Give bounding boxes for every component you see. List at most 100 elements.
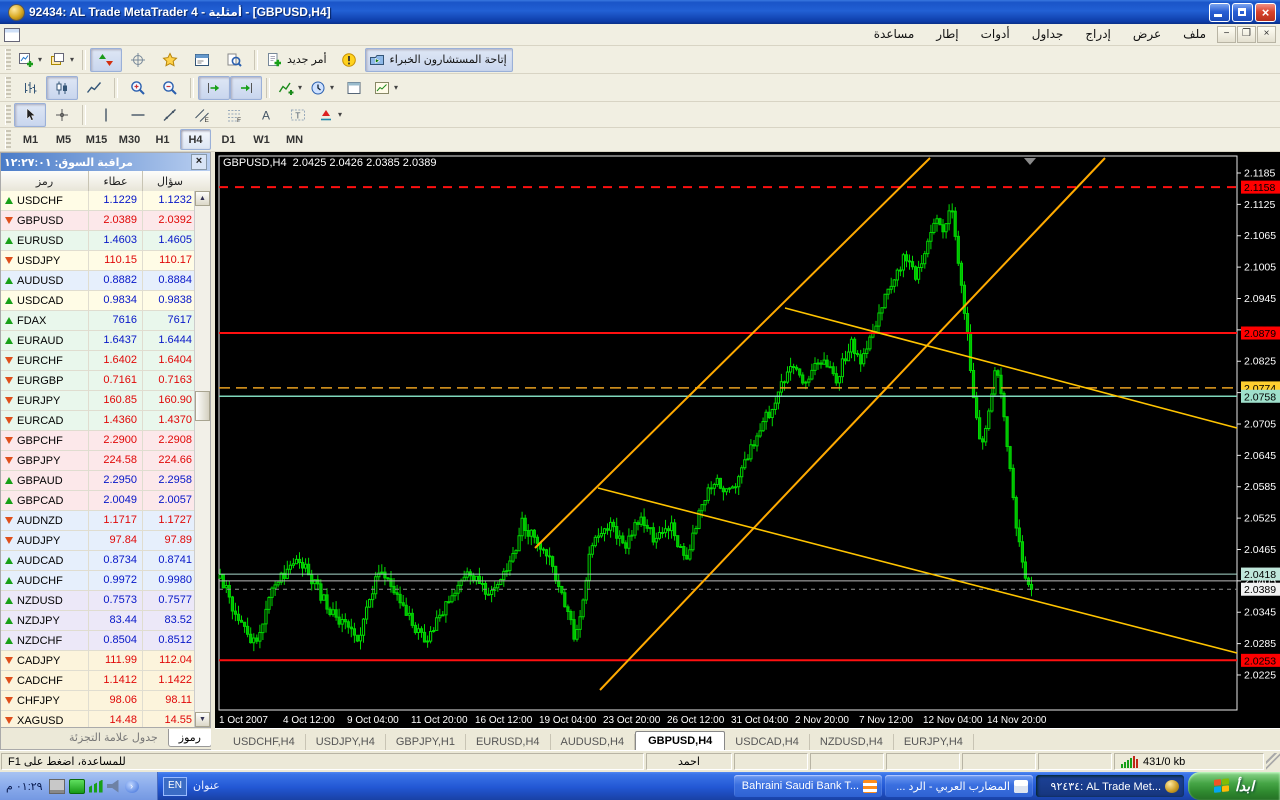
toolbar-grip[interactable] [5, 104, 11, 125]
trendline-button[interactable] [154, 103, 186, 127]
market-watch-row-GBPCAD[interactable]: GBPCAD 2.0049 2.0057 [1, 491, 197, 511]
fibo-button[interactable]: F [218, 103, 250, 127]
expert-advisors-button[interactable]: إتاحة المستشارون الخبراء [364, 47, 513, 72]
label-button[interactable]: T [282, 103, 314, 127]
display-tray-icon[interactable] [48, 778, 65, 794]
periods-button[interactable]: ▾ [306, 76, 338, 100]
child-minimize-button[interactable]: − [1217, 26, 1236, 43]
data-window-button[interactable] [122, 48, 154, 72]
market-watch-row-EURAUD[interactable]: EURAUD 1.6437 1.6444 [1, 331, 197, 351]
dropdown-arrow-icon[interactable]: ▾ [338, 110, 342, 119]
close-button[interactable]: × [1255, 2, 1276, 22]
crosshair-button[interactable] [46, 103, 78, 127]
menu-أدوات[interactable]: أدوات [970, 24, 1021, 45]
market-watch-row-EURGBP[interactable]: EURGBP 0.7161 0.7163 [1, 371, 197, 391]
market-watch-scrollbar[interactable]: ▲ ▼ [194, 191, 210, 727]
market-watch-row-EURJPY[interactable]: EURJPY 160.85 160.90 [1, 391, 197, 411]
chart-shift-button[interactable] [230, 75, 262, 100]
market-watch-tab[interactable]: جدول علامة التجزئة [59, 729, 168, 746]
chart-canvas[interactable]: 2.11852.11252.10652.10052.09452.08852.08… [215, 152, 1280, 728]
market-watch-row-AUDUSD[interactable]: AUDUSD 0.8882 0.8884 [1, 271, 197, 291]
task-button[interactable]: Bahraini Saudi Bank T... [734, 775, 882, 797]
market-watch-row-USDCAD[interactable]: USDCAD 0.9834 0.9838 [1, 291, 197, 311]
menu-مساعدة[interactable]: مساعدة [863, 24, 926, 45]
chart-tab-USDCHF-H4[interactable]: USDCHF,H4 [223, 734, 306, 750]
line-chart-button[interactable] [78, 76, 110, 100]
arrows-button[interactable]: ▾ [314, 103, 346, 127]
dropdown-arrow-icon[interactable]: ▾ [38, 55, 42, 64]
menu-إدراج[interactable]: إدراج [1074, 24, 1122, 45]
new-order-button[interactable]: أمر جديد [262, 48, 332, 72]
market-watch-row-CHFJPY[interactable]: CHFJPY 98.06 98.11 [1, 691, 197, 711]
auto-scroll-button[interactable] [198, 75, 230, 100]
market-watch-row-GBPCHF[interactable]: GBPCHF 2.2900 2.2908 [1, 431, 197, 451]
column-bid[interactable]: عطاء [89, 171, 143, 191]
restore-button[interactable] [1232, 2, 1253, 22]
market-watch-row-EURUSD[interactable]: EURUSD 1.4603 1.4605 [1, 231, 197, 251]
market-watch-close-icon[interactable]: × [191, 154, 207, 170]
timeframe-M1[interactable]: M1 [15, 129, 46, 150]
resize-grip[interactable] [1266, 753, 1280, 770]
dropdown-arrow-icon[interactable]: ▾ [394, 83, 398, 92]
chart-tab-GBPJPY-H1[interactable]: GBPJPY,H1 [386, 734, 466, 750]
menu-جداول[interactable]: جداول [1021, 24, 1075, 45]
column-ask[interactable]: سؤال [143, 171, 197, 191]
market-watch-row-NZDJPY[interactable]: NZDJPY 83.44 83.52 [1, 611, 197, 631]
market-watch-row-GBPJPY[interactable]: GBPJPY 224.58 224.66 [1, 451, 197, 471]
tester-button[interactable] [218, 48, 250, 72]
child-close-button[interactable]: × [1257, 26, 1276, 43]
market-watch-row-AUDNZD[interactable]: AUDNZD 1.1717 1.1727 [1, 511, 197, 531]
toolbar-grip[interactable] [5, 76, 11, 99]
vline-button[interactable] [90, 103, 122, 127]
chart-tab-USDJPY-H4[interactable]: USDJPY,H4 [306, 734, 386, 750]
timeframe-W1[interactable]: W1 [246, 129, 277, 150]
scroll-up-icon[interactable]: ▲ [195, 191, 210, 206]
zoom-in-button[interactable] [122, 76, 154, 100]
market-watch-row-AUDCHF[interactable]: AUDCHF 0.9972 0.9980 [1, 571, 197, 591]
timeframe-H1[interactable]: H1 [147, 129, 178, 150]
task-button[interactable]: ٩٢٤٣٤: AL Trade Met... [1036, 775, 1184, 797]
menu-إطار[interactable]: إطار [925, 24, 969, 45]
timeframe-M30[interactable]: M30 [114, 129, 145, 150]
market-watch-row-CADJPY[interactable]: CADJPY 111.99 112.04 [1, 651, 197, 671]
dropdown-arrow-icon[interactable]: ▾ [330, 83, 334, 92]
connection-tray-icon[interactable] [68, 778, 85, 794]
timeframe-MN[interactable]: MN [279, 129, 310, 150]
timeframe-M5[interactable]: M5 [48, 129, 79, 150]
scroll-down-icon[interactable]: ▼ [195, 712, 210, 727]
bars-chart-button[interactable] [14, 76, 46, 100]
start-button[interactable]: ابدأ [1188, 772, 1280, 800]
timeframe-D1[interactable]: D1 [213, 129, 244, 150]
new-window-button[interactable] [338, 76, 370, 100]
dropdown-arrow-icon[interactable]: ▾ [70, 55, 74, 64]
market-watch-row-NZDUSD[interactable]: NZDUSD 0.7573 0.7577 [1, 591, 197, 611]
navigator-button[interactable] [154, 48, 186, 72]
market-watch-row-XAGUSD[interactable]: XAGUSD 14.48 14.55 [1, 711, 197, 727]
candles-chart-button[interactable] [46, 75, 78, 100]
market-watch-row-AUDCAD[interactable]: AUDCAD 0.8734 0.8741 [1, 551, 197, 571]
dropdown-arrow-icon[interactable]: ▾ [298, 83, 302, 92]
toolbar-grip[interactable] [5, 48, 11, 71]
task-button[interactable]: المضارب العربي - الرد ... [885, 775, 1033, 797]
market-watch-tab[interactable]: رموز [167, 729, 212, 747]
menu-ملف[interactable]: ملف [1172, 24, 1217, 45]
column-symbol[interactable]: رمز [1, 171, 89, 191]
terminal-button[interactable] [186, 48, 218, 72]
indicators-button[interactable]: ▾ [274, 76, 306, 100]
minimize-button[interactable] [1209, 2, 1230, 22]
chart-tab-USDCAD-H4[interactable]: USDCAD,H4 [725, 734, 810, 750]
text-button[interactable]: A [250, 103, 282, 127]
market-watch-row-FDAX[interactable]: FDAX 7616 7617 [1, 311, 197, 331]
market-watch-button[interactable] [90, 47, 123, 72]
timeframe-M15[interactable]: M15 [81, 129, 112, 150]
hline-button[interactable] [122, 103, 154, 127]
profiles-button[interactable]: ▾ [46, 48, 78, 72]
market-watch-row-NZDCHF[interactable]: NZDCHF 0.8504 0.8512 [1, 631, 197, 651]
market-watch-row-AUDJPY[interactable]: AUDJPY 97.84 97.89 [1, 531, 197, 551]
chart-tab-GBPUSD-H4[interactable]: GBPUSD,H4 [635, 731, 726, 750]
child-restore-button[interactable]: ❐ [1237, 26, 1256, 43]
market-watch-row-GBPUSD[interactable]: GBPUSD 2.0389 2.0392 [1, 211, 197, 231]
new-chart-button[interactable]: ▾ [14, 48, 46, 72]
menu-عرض[interactable]: عرض [1122, 24, 1172, 45]
timeframe-H4[interactable]: H4 [180, 129, 211, 150]
